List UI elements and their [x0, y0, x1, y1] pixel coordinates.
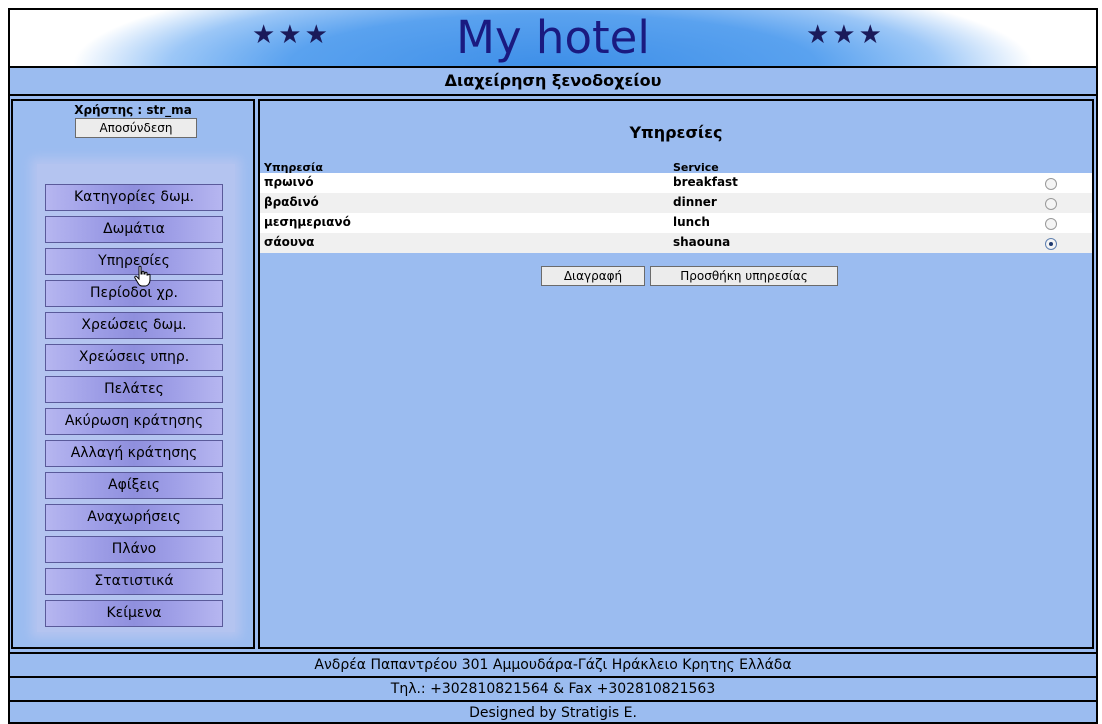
menu-item-statistics[interactable]: Στατιστικά — [45, 568, 223, 595]
menu-item-arrivals[interactable]: Αφίξεις — [45, 472, 223, 499]
cell-english: lunch — [673, 215, 710, 229]
page-subtitle: Διαχείρηση ξενοδοχείου — [10, 68, 1096, 96]
sidebar: Χρήστης : str_ma Αποσύνδεση Κατηγορίες δ… — [11, 99, 255, 649]
footer-address: Ανδρέα Παπαντρέου 301 Αμμουδάρα-Γάζι Ηρά… — [10, 654, 1096, 678]
cell-greek: μεσημεριανό — [264, 215, 351, 229]
menu-panel: Κατηγορίες δωμ. Δωμάτια Υπηρεσίες Περίοδ… — [37, 164, 235, 632]
delete-button[interactable]: Διαγραφή — [541, 266, 645, 286]
stars-left-icon: ★★★ — [252, 20, 331, 50]
cell-english: dinner — [673, 195, 717, 209]
table-row[interactable]: μεσημεριανό lunch — [260, 213, 1092, 233]
logout-button[interactable]: Αποσύνδεση — [75, 118, 197, 138]
row-radio-selected[interactable] — [1045, 238, 1057, 250]
add-service-button[interactable]: Προσθήκη υπηρεσίας — [650, 266, 838, 286]
site-header: My hotel ★★★ ★★★ — [10, 10, 1096, 68]
user-label: Χρήστης : str_ma — [74, 103, 192, 117]
row-radio[interactable] — [1045, 198, 1057, 210]
footer-phone: Τηλ.: +302810821564 & Fax +302810821563 — [10, 678, 1096, 702]
content-panel: Υπηρεσίες Υπηρεσία Service πρωινό breakf… — [258, 99, 1094, 649]
menu-item-change-booking[interactable]: Αλλαγή κράτησης — [45, 440, 223, 467]
menu-item-room-charges[interactable]: Χρεώσεις δωμ. — [45, 312, 223, 339]
cell-greek: σάουνα — [264, 235, 315, 249]
table-row[interactable]: βραδινό dinner — [260, 193, 1092, 213]
menu-item-service-charges[interactable]: Χρεώσεις υπηρ. — [45, 344, 223, 371]
page-title: Υπηρεσίες — [629, 123, 723, 142]
cell-english: shaouna — [673, 235, 731, 249]
menu-item-plan[interactable]: Πλάνο — [45, 536, 223, 563]
menu-item-departures[interactable]: Αναχωρήσεις — [45, 504, 223, 531]
menu-item-cancel-booking[interactable]: Ακύρωση κράτησης — [45, 408, 223, 435]
footer-credit: Designed by Stratigis E. — [10, 702, 1096, 722]
cell-greek: βραδινό — [264, 195, 319, 209]
row-radio[interactable] — [1045, 178, 1057, 190]
main-area: Χρήστης : str_ma Αποσύνδεση Κατηγορίες δ… — [10, 96, 1096, 654]
cell-english: breakfast — [673, 175, 738, 189]
table-row[interactable]: σάουνα shaouna — [260, 233, 1092, 253]
table-row[interactable]: πρωινό breakfast — [260, 173, 1092, 193]
row-radio[interactable] — [1045, 218, 1057, 230]
stars-right-icon: ★★★ — [806, 20, 885, 50]
page-frame: My hotel ★★★ ★★★ Διαχείρηση ξενοδοχείου … — [8, 8, 1098, 724]
menu-item-rooms[interactable]: Δωμάτια — [45, 216, 223, 243]
hand-cursor-icon — [134, 265, 151, 287]
menu-item-customers[interactable]: Πελάτες — [45, 376, 223, 403]
site-title: My hotel — [456, 11, 650, 64]
cell-greek: πρωινό — [264, 175, 314, 189]
menu-item-texts[interactable]: Κείμενα — [45, 600, 223, 627]
menu-item-room-categories[interactable]: Κατηγορίες δωμ. — [45, 184, 223, 211]
